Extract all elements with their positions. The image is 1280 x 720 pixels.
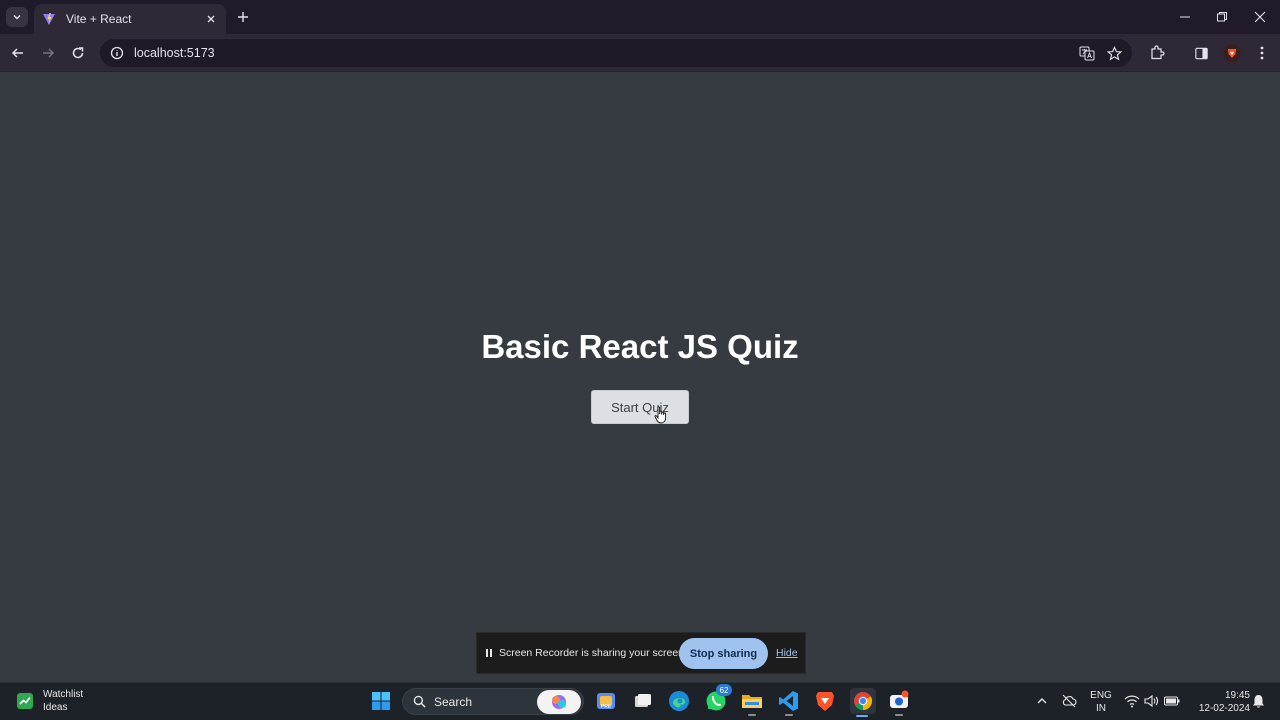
widget-title: Watchlist — [43, 689, 84, 700]
side-panel-button[interactable] — [1191, 43, 1211, 63]
pause-icon — [486, 649, 492, 657]
clock-date: 12-02-2024 — [1198, 703, 1250, 714]
forward-icon — [43, 48, 55, 58]
battery-button[interactable] — [1160, 689, 1184, 713]
file-explorer-icon — [742, 695, 762, 708]
taskbar-app-chrome[interactable] — [850, 688, 876, 717]
vscode-icon — [779, 691, 798, 711]
battery-icon — [1164, 696, 1180, 706]
taskbar-app-phone-link[interactable]: PRE — [594, 689, 618, 713]
browser-menu-button[interactable] — [1252, 43, 1272, 63]
clock[interactable]: 19:45 12-02-2024 — [1186, 689, 1250, 715]
edge-icon — [669, 691, 689, 711]
whatsapp-badge: 62 — [716, 684, 732, 696]
screen-recorder-icon — [890, 690, 909, 708]
widget-subtitle: Ideas — [43, 702, 68, 713]
taskbar-app-whatsapp[interactable]: 62 — [704, 684, 732, 713]
restore-button[interactable] — [1210, 6, 1234, 28]
running-indicator — [785, 714, 793, 716]
tab-search-icon — [13, 15, 21, 20]
start-quiz-button[interactable]: Start Quiz — [591, 390, 689, 424]
search-label: Search — [434, 694, 473, 709]
hand-cursor-icon — [654, 406, 667, 424]
page-title: Basic React JS Quiz — [481, 328, 799, 365]
hide-share-bar-link[interactable]: Hide — [776, 647, 798, 659]
extensions-icon — [1151, 45, 1165, 60]
volume-icon — [1144, 694, 1159, 708]
sidepanel-icon — [1194, 47, 1208, 59]
lang-line2: IN — [1096, 703, 1106, 714]
browser-toolbar: localhost:5173 — [0, 34, 1280, 72]
profile-button[interactable] — [1222, 43, 1242, 63]
info-icon[interactable] — [110, 46, 124, 60]
task-view-icon — [635, 694, 651, 707]
chrome-icon — [854, 692, 873, 710]
tab-title: Vite + React — [66, 12, 132, 26]
taskbar-app-screen-recorder[interactable] — [887, 689, 911, 716]
minimize-icon — [1180, 16, 1190, 18]
tab-close-button[interactable] — [204, 12, 218, 26]
brave-lion-icon — [1223, 44, 1241, 62]
taskbar-app-edge[interactable] — [667, 689, 691, 713]
close-window-button[interactable] — [1248, 6, 1272, 28]
svg-text:PRE: PRE — [601, 704, 612, 710]
minimize-button[interactable] — [1173, 6, 1197, 28]
star-icon — [1106, 45, 1122, 60]
page-content: Basic React JS Quiz Start Quiz — [0, 72, 1280, 682]
extensions-button[interactable] — [1147, 43, 1167, 63]
brave-icon — [816, 692, 834, 711]
close-icon — [207, 15, 215, 23]
stock-chart-icon — [17, 693, 33, 709]
chevron-up-icon — [1037, 698, 1047, 704]
address-bar[interactable]: localhost:5173 — [100, 39, 1132, 67]
share-message: Screen Recorder is sharing your screen. — [499, 647, 687, 659]
phone-link-icon: PRE — [597, 693, 615, 710]
forward-button[interactable] — [38, 43, 58, 63]
close-icon — [1254, 11, 1266, 23]
wifi-icon — [1124, 695, 1140, 708]
copilot-icon[interactable] — [537, 690, 581, 714]
bookmark-button[interactable] — [1105, 44, 1123, 62]
taskbar-task-view[interactable] — [631, 689, 655, 713]
clock-time: 19:45 — [1224, 690, 1250, 701]
url-text: localhost:5173 — [134, 46, 215, 60]
running-indicator-active — [856, 715, 868, 717]
widgets-button[interactable]: Watchlist Ideas — [16, 688, 83, 714]
language-indicator[interactable]: ENG IN — [1088, 689, 1114, 715]
notifications-button[interactable] — [1246, 689, 1270, 713]
back-button[interactable] — [8, 43, 28, 63]
lang-line1: ENG — [1090, 690, 1112, 701]
taskbar-search-box[interactable]: Search — [402, 688, 584, 715]
vite-favicon-icon — [43, 13, 55, 25]
windows-start-icon — [372, 692, 390, 710]
taskbar-app-file-explorer[interactable] — [740, 689, 764, 716]
translate-icon — [1079, 46, 1095, 61]
plus-icon — [238, 12, 248, 22]
back-icon — [11, 48, 23, 58]
running-indicator — [748, 714, 756, 716]
tab-search-button[interactable] — [6, 7, 28, 27]
new-tab-button[interactable] — [234, 8, 252, 26]
taskbar-app-vscode[interactable] — [777, 689, 801, 716]
start-button[interactable] — [369, 689, 393, 713]
stop-sharing-button[interactable]: Stop sharing — [679, 638, 768, 669]
restore-icon — [1217, 12, 1227, 22]
screen-share-bar: Screen Recorder is sharing your screen. … — [476, 632, 806, 674]
reload-button[interactable] — [68, 43, 88, 63]
browser-tab-active[interactable]: Vite + React — [34, 4, 226, 34]
translate-button[interactable] — [1078, 44, 1096, 62]
cloud-off-icon — [1062, 694, 1077, 708]
windows-taskbar: Watchlist Ideas Search PRE 62 ENG IN 19:… — [0, 682, 1280, 720]
reload-icon — [72, 47, 84, 59]
browser-tab-bar: Vite + React — [0, 0, 1280, 34]
kebab-menu-icon — [1260, 46, 1264, 60]
taskbar-app-brave[interactable] — [813, 689, 837, 713]
running-indicator — [895, 714, 903, 716]
search-icon — [413, 695, 426, 708]
show-hidden-icons-button[interactable] — [1030, 689, 1054, 713]
onedrive-status[interactable] — [1057, 689, 1081, 713]
notification-bell-icon — [1252, 694, 1264, 708]
